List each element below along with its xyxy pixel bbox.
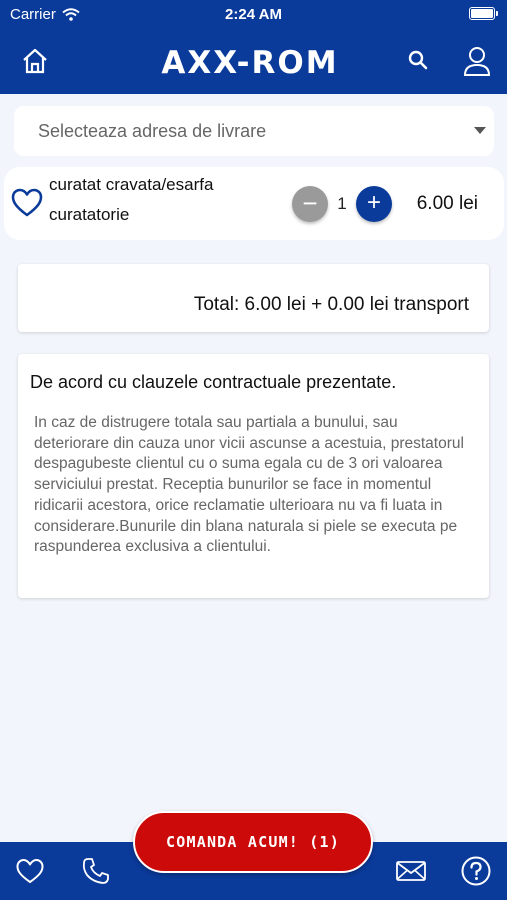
app-logo: AXX-ROM xyxy=(161,45,339,81)
status-bar: Carrier 2:24 AM xyxy=(0,0,507,28)
user-profile-button[interactable] xyxy=(458,44,496,78)
terms-title: De acord cu clauzele contractuale prezen… xyxy=(30,372,397,392)
total-text: Total: 6.00 lei + 0.00 lei transport xyxy=(193,294,469,315)
mail-nav-button[interactable] xyxy=(392,854,430,888)
home-button[interactable] xyxy=(18,44,52,78)
mail-icon xyxy=(396,861,426,881)
item-name: curatat cravata/esarfa xyxy=(49,175,214,194)
battery-icon xyxy=(469,7,498,20)
order-now-button[interactable]: COMANDA ACUM! (1) xyxy=(133,811,373,873)
user-icon xyxy=(463,47,491,76)
phone-icon xyxy=(82,858,109,884)
help-nav-button[interactable] xyxy=(458,854,494,888)
favorite-button[interactable] xyxy=(10,186,44,220)
item-category: curatatorie xyxy=(49,205,130,224)
status-time: 2:24 AM xyxy=(225,6,282,23)
heart-icon xyxy=(11,188,43,217)
call-nav-button[interactable] xyxy=(78,854,114,888)
favorites-nav-button[interactable] xyxy=(12,854,48,888)
item-quantity: 1 xyxy=(337,194,347,213)
increase-quantity-button[interactable]: + xyxy=(356,186,392,222)
help-icon xyxy=(461,856,491,886)
delivery-address-select[interactable]: Selecteaza adresa de livrare xyxy=(14,106,494,156)
terms-card: De acord cu clauzele contractuale prezen… xyxy=(18,354,489,598)
search-button[interactable] xyxy=(404,46,432,74)
item-price: 6.00 lei xyxy=(416,193,478,214)
app-header: Carrier 2:24 AM AXX-ROM xyxy=(0,0,507,94)
cart-item: curatat cravata/esarfa curatatorie − 1 +… xyxy=(4,167,504,240)
total-card: Total: 6.00 lei + 0.00 lei transport xyxy=(18,264,489,332)
address-placeholder: Selecteaza adresa de livrare xyxy=(38,120,267,141)
heart-icon xyxy=(16,859,44,883)
home-icon xyxy=(23,48,47,74)
dropdown-caret-icon xyxy=(474,127,486,134)
terms-body: In caz de distrugere totala sau partiala… xyxy=(34,414,464,556)
decrease-quantity-button[interactable]: − xyxy=(292,186,328,222)
search-icon xyxy=(408,50,428,70)
